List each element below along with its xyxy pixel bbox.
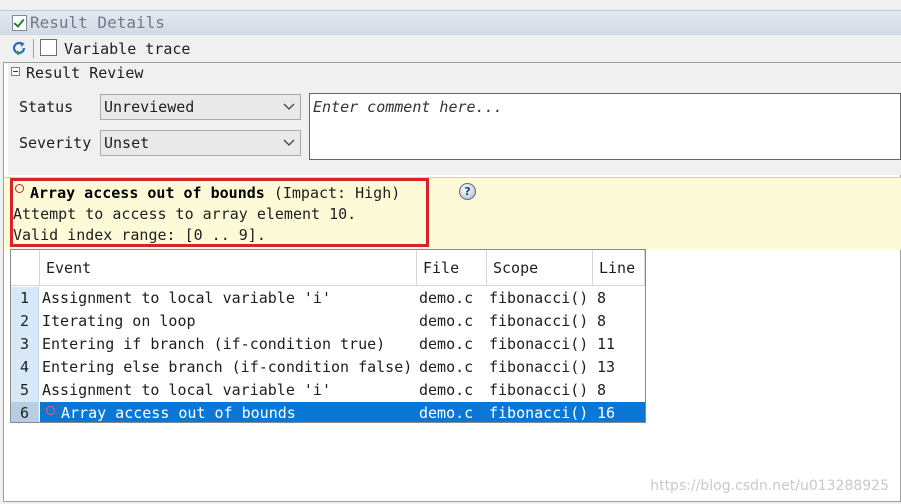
table-row[interactable]: 2 Iterating on loop demo.c fibonacci() 8: [11, 310, 645, 333]
result-review-title: Result Review: [26, 64, 144, 82]
file-cell: demo.c: [419, 404, 474, 422]
chevron-down-icon: [283, 139, 295, 146]
row-number: 2: [11, 310, 39, 333]
table-row[interactable]: 1 Assignment to local variable 'i' demo.…: [11, 287, 645, 310]
row-number: 4: [11, 356, 39, 379]
checklist-icon: [12, 15, 27, 31]
table-row[interactable]: 5 Assignment to local variable 'i' demo.…: [11, 379, 645, 402]
event-cell: Array access out of bounds: [61, 404, 296, 422]
scope-cell: fibonacci(): [489, 404, 589, 422]
row-number: 5: [11, 379, 39, 402]
event-column-header[interactable]: Event: [40, 250, 417, 286]
row-number-header: [11, 250, 40, 286]
event-cell: Entering if branch (if-condition true): [42, 335, 386, 353]
scope-cell: fibonacci(): [489, 381, 589, 399]
table-row-selected[interactable]: 6 Array access out of bounds demo.c fibo…: [11, 402, 645, 422]
line-cell: 16: [597, 404, 616, 422]
event-cell: Entering else branch (if-condition false…: [42, 358, 413, 376]
title-bar: Result Details: [0, 10, 901, 36]
variable-trace-checkbox[interactable]: [40, 39, 57, 56]
status-value: Unreviewed: [104, 98, 195, 116]
comment-placeholder: Enter comment here...: [313, 98, 503, 116]
event-cell: Iterating on loop: [42, 312, 196, 330]
line-cell: 8: [597, 381, 607, 399]
table-row[interactable]: 4 Entering else branch (if-condition fal…: [11, 356, 645, 379]
refresh-icon[interactable]: [10, 39, 28, 57]
variable-trace-label[interactable]: Variable trace: [64, 40, 190, 58]
line-column-header[interactable]: Line: [593, 250, 645, 286]
scope-cell: fibonacci(): [489, 358, 589, 376]
row-number: 1: [11, 287, 39, 310]
chevron-down-icon: [283, 103, 295, 110]
severity-label: Severity: [19, 134, 92, 152]
table-row[interactable]: 3 Entering if branch (if-condition true)…: [11, 333, 645, 356]
toolbar: Variable trace: [0, 35, 901, 61]
line-cell: 8: [597, 289, 607, 307]
severity-value: Unset: [104, 134, 150, 152]
scope-cell: fibonacci(): [489, 289, 589, 307]
line-cell: 8: [597, 312, 607, 330]
help-icon[interactable]: ?: [459, 183, 476, 200]
line-cell: 13: [597, 358, 616, 376]
scope-column-header[interactable]: Scope: [487, 250, 593, 286]
row-number: 3: [11, 333, 39, 356]
error-circle-icon: [46, 406, 55, 415]
status-label: Status: [19, 98, 74, 116]
row-number: 6: [11, 402, 39, 422]
collapse-icon[interactable]: [11, 67, 20, 76]
file-cell: demo.c: [419, 289, 474, 307]
file-cell: demo.c: [419, 381, 474, 399]
scope-cell: fibonacci(): [489, 335, 589, 353]
events-table: Event File Scope Line 1 Assignment to lo…: [10, 249, 646, 423]
comment-input[interactable]: Enter comment here...: [309, 93, 901, 160]
scope-cell: fibonacci(): [489, 312, 589, 330]
severity-select[interactable]: Unset: [100, 130, 301, 156]
file-cell: demo.c: [419, 312, 474, 330]
annotation-highlight-box: [10, 178, 429, 247]
line-cell: 11: [597, 335, 616, 353]
window-title: Result Details: [30, 13, 165, 32]
file-column-header[interactable]: File: [417, 250, 487, 286]
event-cell: Assignment to local variable 'i': [42, 289, 331, 307]
status-select[interactable]: Unreviewed: [100, 94, 301, 120]
watermark: https://blog.csdn.net/u013288925: [650, 478, 889, 494]
toolbar-separator: [33, 39, 34, 58]
event-cell: Assignment to local variable 'i': [42, 381, 331, 399]
file-cell: demo.c: [419, 358, 474, 376]
file-cell: demo.c: [419, 335, 474, 353]
